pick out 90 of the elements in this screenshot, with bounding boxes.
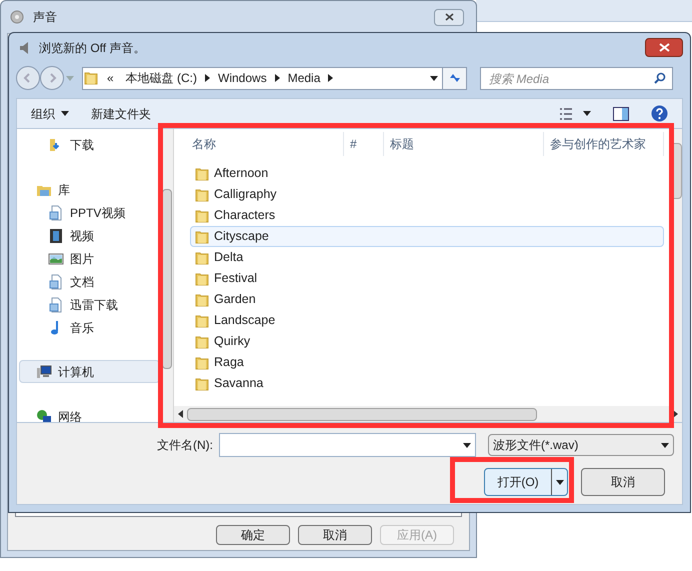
close-button[interactable] bbox=[645, 38, 683, 57]
breadcrumb-item[interactable]: 本地磁盘 (C:) bbox=[126, 69, 198, 87]
nav-item[interactable]: PPTV视频 bbox=[19, 201, 160, 224]
close-icon bbox=[658, 43, 670, 52]
menu-button[interactable]: 组织 bbox=[31, 104, 69, 122]
caret-icon bbox=[661, 442, 669, 448]
folder-icon bbox=[194, 270, 210, 286]
breadcrumb-item[interactable]: Windows bbox=[218, 69, 267, 87]
network-icon bbox=[36, 408, 52, 422]
nav-item[interactable]: 计算机 bbox=[19, 360, 160, 383]
file-row[interactable]: Characters bbox=[190, 205, 664, 226]
file-row[interactable]: Cityscape bbox=[190, 226, 664, 247]
close-icon bbox=[444, 13, 454, 21]
nav-item[interactable]: 文档 bbox=[19, 270, 160, 293]
breadcrumb-item[interactable]: Media bbox=[288, 69, 320, 87]
close-button[interactable] bbox=[434, 8, 464, 26]
folder-icon bbox=[194, 312, 210, 328]
document-icon bbox=[48, 204, 64, 220]
chevron-right-icon[interactable] bbox=[328, 74, 334, 82]
chevron-right-icon[interactable] bbox=[274, 74, 280, 82]
dialog-button[interactable]: 确定 bbox=[216, 525, 290, 545]
open-button[interactable]: 打开(O) bbox=[484, 468, 568, 496]
window-title: 浏览新的 Off 声音。 bbox=[39, 40, 146, 56]
scrollbar-thumb[interactable] bbox=[162, 189, 172, 369]
folder-icon bbox=[194, 376, 210, 392]
nav-item[interactable]: 下载 bbox=[19, 133, 160, 156]
field-label: 文件名(N): bbox=[157, 437, 213, 454]
scrollbar-thumb[interactable] bbox=[187, 408, 537, 420]
folder-icon bbox=[194, 228, 210, 244]
cancel-button[interactable]: 取消 bbox=[581, 468, 665, 496]
document-icon bbox=[48, 274, 64, 290]
folder-icon bbox=[194, 292, 210, 308]
help-button[interactable] bbox=[651, 105, 668, 122]
toolbar-button[interactable]: 新建文件夹 bbox=[91, 104, 151, 122]
file-row[interactable]: Landscape bbox=[190, 310, 664, 331]
refresh-icon bbox=[448, 72, 462, 84]
file-row[interactable]: Afternoon bbox=[190, 163, 664, 184]
caret-icon bbox=[556, 480, 564, 484]
preview-pane-button[interactable] bbox=[613, 106, 629, 120]
arrow-right-icon[interactable] bbox=[673, 410, 678, 418]
nav-item[interactable]: 视频 bbox=[19, 224, 160, 247]
filetype-dropdown[interactable]: 波形文件(*.wav) bbox=[488, 434, 674, 456]
folder-icon bbox=[194, 166, 210, 182]
nav-item[interactable]: 图片 bbox=[19, 247, 160, 270]
column-header[interactable]: # bbox=[344, 132, 384, 156]
search-field[interactable]: 搜索 Media bbox=[480, 67, 673, 90]
nav-item[interactable]: 网络 bbox=[19, 405, 160, 422]
help-icon bbox=[651, 105, 668, 122]
caret-icon bbox=[583, 111, 591, 116]
file-row[interactable]: Raga bbox=[190, 352, 664, 373]
nav-item[interactable]: 库 bbox=[19, 178, 160, 201]
pane-icon bbox=[613, 106, 629, 120]
arrow-left-icon[interactable] bbox=[178, 410, 183, 418]
file-row[interactable]: Calligraphy bbox=[190, 184, 664, 205]
horizontal-scrollbar[interactable] bbox=[174, 406, 682, 422]
view-menu-button[interactable] bbox=[559, 108, 591, 120]
view-list-icon bbox=[559, 108, 573, 120]
file-row[interactable]: Festival bbox=[190, 268, 664, 289]
file-row[interactable]: Savanna bbox=[190, 373, 664, 394]
caret-icon bbox=[430, 76, 438, 80]
film-icon bbox=[48, 228, 64, 244]
address-bar[interactable]: « 本地磁盘 (C:) Windows Media bbox=[82, 66, 467, 90]
document-icon bbox=[48, 296, 64, 312]
nav-item[interactable]: 音乐 bbox=[19, 316, 160, 339]
chevron-right-icon[interactable] bbox=[205, 74, 210, 82]
folder-icon bbox=[194, 334, 210, 350]
folder-icon bbox=[194, 208, 210, 224]
refresh-button[interactable] bbox=[442, 68, 466, 88]
speaker-icon bbox=[19, 40, 31, 54]
gear-icon bbox=[9, 9, 25, 25]
column-header[interactable]: 名称 bbox=[174, 132, 344, 156]
folder-icon bbox=[194, 250, 210, 266]
folder-icon bbox=[83, 70, 99, 86]
search-icon bbox=[654, 72, 666, 84]
filename-field[interactable] bbox=[219, 433, 476, 457]
picture-icon bbox=[48, 250, 64, 266]
nav-item[interactable]: 迅雷下载 bbox=[19, 293, 160, 316]
computer-icon bbox=[36, 364, 52, 380]
folder-icon bbox=[194, 186, 210, 202]
file-row[interactable]: Quirky bbox=[190, 331, 664, 352]
column-header[interactable]: 参与创作的艺术家 bbox=[544, 132, 664, 156]
caret-icon bbox=[463, 442, 471, 448]
caret-icon bbox=[61, 111, 69, 116]
window-title: 声音 bbox=[33, 9, 57, 26]
file-row[interactable]: Delta bbox=[190, 247, 664, 268]
breadcrumb-overflow[interactable]: « bbox=[107, 69, 114, 87]
column-header[interactable]: 标题 bbox=[384, 132, 544, 156]
folder-icon bbox=[194, 354, 210, 370]
file-row[interactable]: Garden bbox=[190, 289, 664, 310]
dialog-button[interactable]: 取消 bbox=[298, 525, 372, 545]
